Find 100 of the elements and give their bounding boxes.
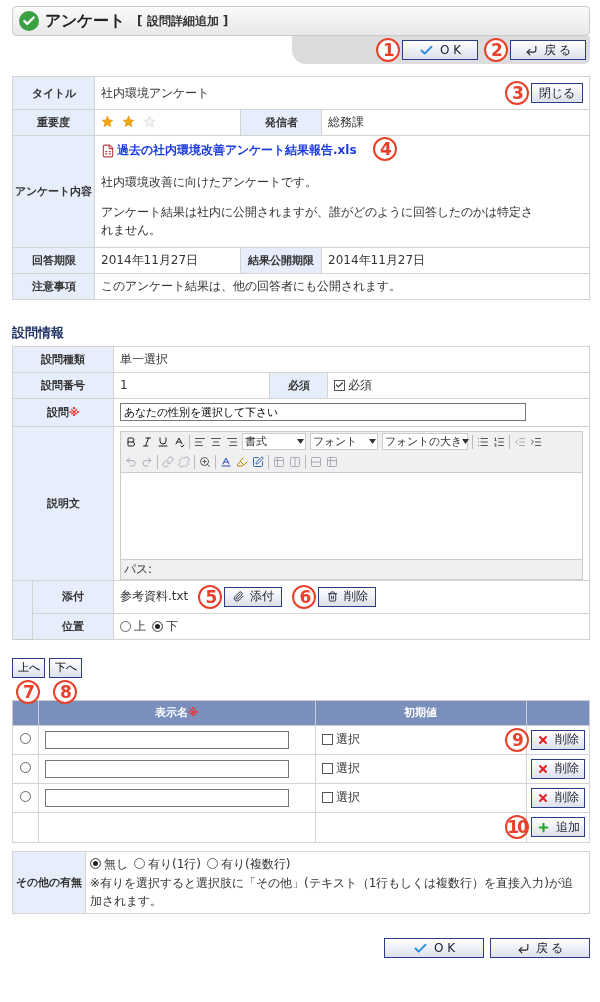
plus-icon (536, 820, 550, 834)
column-header: 初期値 (315, 700, 527, 725)
option-name-input[interactable] (45, 730, 289, 749)
editor-dropdown[interactable]: フォント (310, 433, 378, 450)
highlight-icon[interactable] (236, 455, 248, 468)
delete-button[interactable]: 削除 (531, 758, 585, 779)
bold-icon[interactable] (125, 435, 137, 448)
star-icon (143, 114, 156, 128)
editor-dropdown[interactable]: 書式 (242, 433, 306, 450)
publish-deadline-value: 2014年11月27日 (328, 252, 426, 267)
callout-number: 5 (198, 584, 223, 609)
notes-value: このアンケート結果は、他の回答者にも公開されます。 (101, 278, 401, 293)
editor-path: パス: (123, 560, 154, 578)
editor-dropdown[interactable]: フォントの大き (382, 433, 468, 450)
field-label: 回答期限 (12, 247, 95, 273)
move-down-button[interactable]: 下へ (49, 657, 82, 678)
zoom-icon[interactable] (199, 455, 211, 468)
default-checkbox[interactable]: 選択 (321, 789, 360, 806)
option-radio[interactable] (20, 790, 31, 802)
other-option-note: ※有りを選択すると選択肢に「その他」(テキスト（1行もしくは複数行）を直接入力)が追加されます。 (90, 876, 574, 908)
return-arrow-icon (516, 941, 530, 955)
callout-number: 4 (373, 137, 397, 161)
default-checkbox[interactable]: 選択 (321, 760, 360, 777)
align-center-icon[interactable] (210, 435, 222, 448)
other-option-radio[interactable]: 有り(複数行) (207, 854, 291, 873)
required-checkbox[interactable]: 必須 (334, 376, 372, 394)
question-label: 設問※ (46, 405, 80, 419)
star-icon (122, 114, 135, 128)
option-name-input[interactable] (45, 759, 289, 778)
other-option-radio[interactable]: 有り(1行) (134, 854, 201, 873)
rich-text-editor[interactable]: 書式 フォント フォントの大き パス: (120, 430, 583, 580)
star-icon (101, 114, 114, 128)
field-label: 結果公開期限 (240, 247, 322, 273)
question-number-value: 1 (120, 378, 128, 392)
attachment-link[interactable]: 過去の社内環境改善アンケート結果報告.xls (117, 142, 357, 159)
back-button[interactable]: 戻 る (490, 938, 590, 958)
caret-icon (297, 439, 304, 444)
move-up-button[interactable]: 上へ (12, 657, 45, 678)
option-radio[interactable] (20, 732, 31, 744)
close-button[interactable]: 閉じる (531, 83, 583, 103)
ok-button[interactable]: O K (402, 40, 478, 60)
field-label: 説明文 (12, 426, 114, 580)
option-radio[interactable] (20, 761, 31, 773)
callout-number: 9 (505, 727, 529, 752)
delete-button[interactable]: 削除 (318, 586, 377, 607)
deadline-value: 2014年11月27日 (101, 252, 199, 267)
callout-number: 6 (292, 584, 317, 609)
close-icon (537, 762, 549, 775)
survey-description: アンケート結果は社内に公開されますが、誰がどのように回答したのかは特定されません。 (101, 203, 534, 239)
close-icon (537, 791, 549, 804)
survey-title: 社内環境アンケート (101, 84, 209, 102)
ok-button[interactable]: O K (384, 938, 484, 958)
return-arrow-icon (524, 43, 538, 57)
indent-icon[interactable] (530, 435, 542, 448)
question-input[interactable]: あなたの性別を選択して下さい (120, 403, 526, 421)
field-label: 添付 (32, 580, 114, 613)
option-name-input[interactable] (45, 788, 289, 807)
underline-icon[interactable] (157, 435, 169, 448)
align-right-icon[interactable] (226, 435, 238, 448)
delete-button[interactable]: 削除 (531, 729, 585, 750)
check-icon (335, 380, 344, 390)
trash-icon (326, 591, 338, 602)
field-label: 設問番号 (12, 372, 114, 398)
attached-file-name: 参考資料.txt (120, 588, 189, 605)
italic-icon[interactable] (141, 435, 153, 448)
survey-description: 社内環境改善に向けたアンケートです。 (101, 173, 318, 191)
field-label: 発信者 (240, 109, 322, 136)
align-left-icon[interactable] (194, 435, 206, 448)
caret-icon (462, 439, 469, 444)
callout-number: 2 (484, 38, 508, 62)
question-type-value: 単一選択 (120, 351, 168, 366)
add-button[interactable]: 追加 (531, 817, 585, 837)
attach-button[interactable]: 添付 (224, 586, 283, 607)
callout-number: 1 (376, 38, 400, 62)
field-label: 重要度 (12, 109, 95, 136)
section-title: 設問情報 (12, 323, 65, 342)
callout-number: 3 (505, 81, 529, 105)
default-checkbox[interactable]: 選択 (321, 731, 360, 748)
field-label: 注意事項 (12, 273, 95, 299)
caret-icon (369, 439, 376, 444)
delete-button[interactable]: 削除 (531, 787, 585, 808)
position-radio[interactable]: 上 (120, 617, 146, 635)
numbered-list-icon[interactable] (493, 435, 505, 448)
spellcheck-icon[interactable] (173, 435, 185, 448)
field-label: 設問種類 (12, 346, 114, 372)
bullet-list-icon[interactable] (477, 435, 489, 448)
position-radio[interactable]: 下 (152, 617, 178, 635)
other-option-radio[interactable]: 無し (90, 854, 128, 873)
page-subtitle: [ 設問詳細追加 ] (137, 12, 229, 30)
page-title: アンケート (45, 10, 125, 32)
close-icon (537, 733, 549, 746)
sender-value: 総務課 (328, 115, 364, 129)
field-label: アンケート内容 (12, 135, 95, 247)
field-label: その他の有無 (12, 851, 86, 914)
font-color-icon[interactable] (220, 455, 232, 468)
field-label: 位置 (32, 613, 114, 639)
edit-icon[interactable] (252, 455, 264, 468)
callout-number: 7 (16, 679, 40, 704)
back-button[interactable]: 戻 る (510, 40, 586, 60)
check-circle-icon (19, 11, 39, 31)
